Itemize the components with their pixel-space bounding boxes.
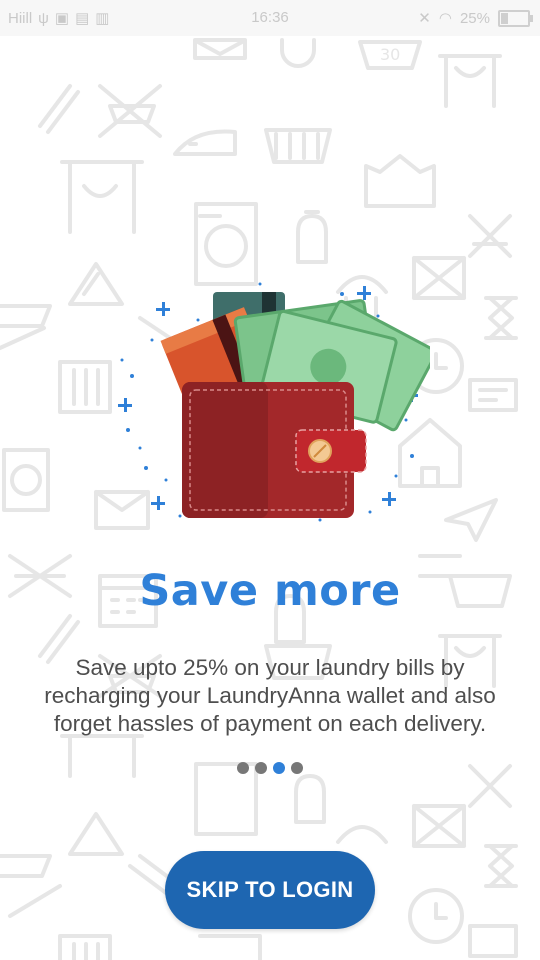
- status-bar: Hiill ψ ▣ ▤ ▥ 16:36 ✕ ◠ 25%: [0, 0, 540, 36]
- battery-icon: [498, 9, 533, 27]
- wallet-illustration: [118, 282, 430, 522]
- wifi-icon: ◠: [438, 10, 452, 27]
- onboarding-title: Save more: [139, 566, 401, 616]
- wallet-icon: [182, 382, 367, 518]
- onboarding-description: Save upto 25% on your laundry bills by r…: [44, 655, 496, 736]
- mute-icon: ✕: [418, 10, 431, 27]
- battery-percent: 25%: [459, 9, 490, 27]
- page-dot[interactable]: [291, 762, 303, 774]
- page-indicator: [0, 762, 540, 774]
- skip-to-login-button[interactable]: SKIP TO LOGIN: [165, 851, 375, 929]
- page-dot[interactable]: [237, 762, 249, 774]
- page-dot[interactable]: [255, 762, 267, 774]
- status-right: ✕ ◠ 25%: [418, 9, 533, 27]
- onboarding-screen: Hiill ψ ▣ ▤ ▥ 16:36 ✕ ◠ 25% 30 Save more…: [0, 0, 540, 960]
- svg-text:30: 30: [380, 45, 400, 64]
- page-dot-active[interactable]: [273, 762, 285, 774]
